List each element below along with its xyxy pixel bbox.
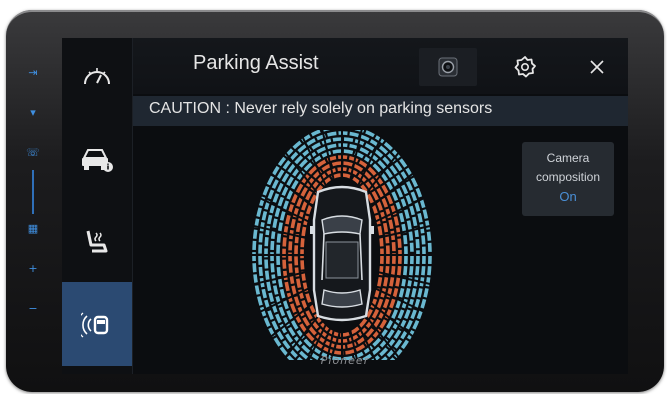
brand-logo: Pioneer [320,354,370,367]
camera-view-button[interactable] [419,48,477,86]
caution-text: CAUTION : Never rely solely on parking s… [149,100,493,117]
sensor-diagram [250,123,434,374]
gear-icon [514,56,536,78]
camera-composition-button[interactable]: Camera composition On [522,142,614,216]
close-icon [590,60,604,74]
camera-view-icon [438,57,458,77]
title-bar: Parking Assist [133,38,628,94]
volume-down-icon[interactable]: − [22,302,44,316]
parking-sensor-icon [81,312,109,338]
sensor-segment-divider [258,196,310,223]
page-title: Parking Assist [193,52,319,74]
camera-composition-label-line2: composition [535,170,601,184]
caution-banner: CAUTION : Never rely solely on parking s… [133,96,628,126]
settings-button[interactable] [507,50,543,84]
display-screen: Parking Assist CAUTION : Never rely sole… [62,38,628,374]
car-top-view [310,185,374,322]
hardware-key-strip: ⇥ ▾ ☏ ▦ + − [22,66,44,346]
parking-sensor-view [250,123,434,374]
volume-up-icon[interactable]: + [22,262,44,276]
sidebar-item-vehicle-info[interactable] [62,122,132,198]
car-info-icon [82,149,113,172]
seat-heater-icon [86,230,108,253]
sidebar-item-gauges[interactable] [62,38,132,114]
apps-icon[interactable]: ▦ [22,222,44,236]
phone-icon[interactable]: ☏ [22,146,44,160]
mic-icon[interactable]: ▾ [22,106,44,120]
speedometer-icon [84,68,110,85]
sidebar [62,38,133,374]
hardware-divider [32,170,34,214]
camera-composition-label-line1: Camera [546,151,590,165]
camera-composition-value: On [559,189,577,204]
sidebar-item-seat[interactable] [62,204,132,280]
input-icon[interactable]: ⇥ [22,66,44,80]
close-button[interactable] [579,50,615,84]
